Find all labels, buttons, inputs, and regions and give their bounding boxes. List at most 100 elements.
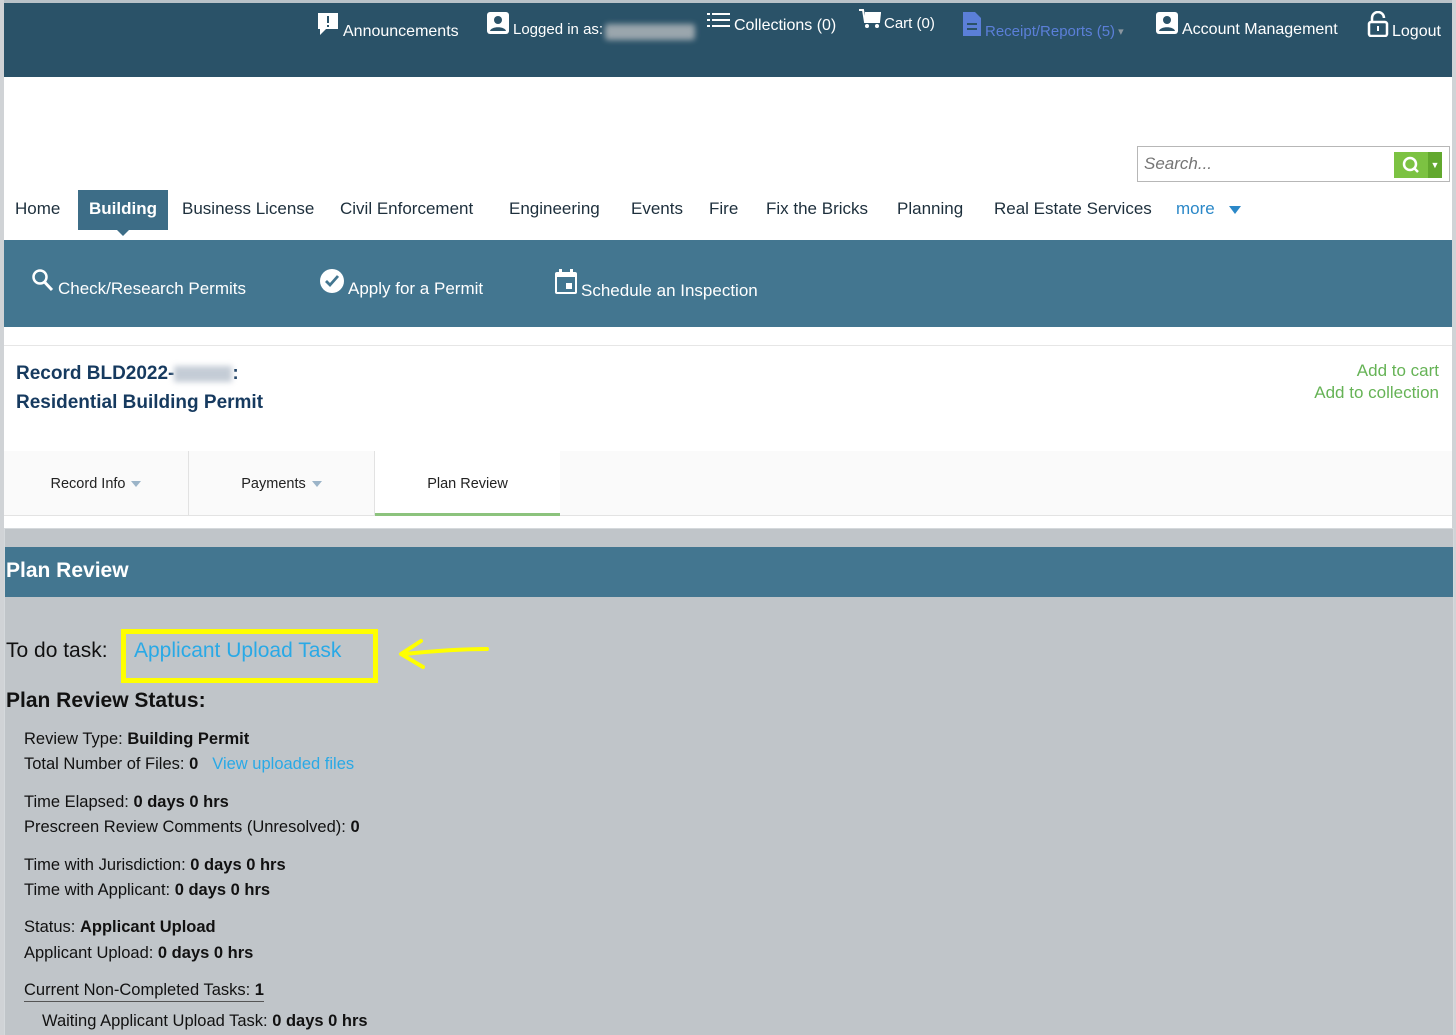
tab-record-info[interactable]: Record Info [4,451,189,516]
page-frame: Announcements Logged in as: Collections … [4,0,1454,1035]
applicant-time-label: Time with Applicant: [24,881,175,899]
announcements-link[interactable]: Announcements [316,11,459,42]
total-files-label: Total Number of Files: [24,755,190,773]
nav-business-license[interactable]: Business License [171,190,325,230]
applicant-upload-row: Applicant Upload: 0 days 0 hrs [24,944,253,963]
checkmark-icon [319,268,345,299]
search-button[interactable] [1394,152,1428,178]
noncompleted-value: 1 [254,981,264,999]
announcements-label: Announcements [343,23,459,40]
tab-plan-review-label: Plan Review [427,476,508,492]
nav-fire[interactable]: Fire [698,190,749,230]
tab-record-info-label: Record Info [50,476,126,492]
jurisdiction-value: 0 days 0 hrs [190,856,286,874]
prescreen-row: Prescreen Review Comments (Unresolved): … [24,818,360,837]
record-id-suffix: : [232,363,239,384]
check-research-label: Check/Research Permits [58,279,247,298]
review-type-value: Building Permit [127,730,250,748]
record-type: Residential Building Permit [16,392,264,413]
caret-down-icon [131,481,142,488]
waiting-value: 0 days 0 hrs [272,1012,368,1030]
cart-label: Cart (0) [884,15,935,32]
nav-fix-the-bricks[interactable]: Fix the Bricks [755,190,879,230]
todo-task-label: To do task: [6,639,108,662]
search-icon [31,268,55,299]
search-icon [1402,156,1419,173]
tab-plan-review[interactable]: Plan Review [375,451,560,516]
calendar-icon [554,268,578,301]
time-elapsed-label: Time Elapsed: [24,793,134,811]
prescreen-value: 0 [350,818,360,836]
nav-home[interactable]: Home [4,190,71,230]
review-type-row: Review Type: Building Permit [24,730,249,749]
logged-in-label: Logged in as: [513,21,604,38]
collections-link[interactable]: Collections (0) [707,11,836,36]
view-uploaded-files-link[interactable]: View uploaded files [212,755,354,773]
review-type-label: Review Type: [24,730,128,748]
plan-review-status-heading: Plan Review Status: [6,689,206,712]
status-row: Status: Applicant Upload [24,918,216,937]
applicant-upload-task-link[interactable]: Applicant Upload Task [134,639,341,663]
total-files-row: Total Number of Files: 0 View uploaded fi… [24,755,354,774]
status-label: Status: [24,918,80,936]
nav-civil-enforcement[interactable]: Civil Enforcement [329,190,484,230]
applicant-upload-value: 0 days 0 hrs [157,944,254,962]
apply-permit-link[interactable]: Apply for a Permit [319,268,483,299]
nav-real-estate-services[interactable]: Real Estate Services [983,190,1163,230]
check-research-permits-link[interactable]: Check/Research Permits [31,268,246,299]
nav-more[interactable]: more [1165,190,1252,230]
cart-link[interactable]: Cart (0) [859,9,935,34]
applicant-time-value: 0 days 0 hrs [174,881,271,899]
add-to-collection-link[interactable]: Add to collection [1314,382,1439,404]
search-dropdown-button[interactable]: ▼ [1428,152,1442,178]
caret-down-icon [311,481,322,488]
user-icon [486,11,510,40]
add-to-cart-link[interactable]: Add to cart [1314,360,1439,382]
prescreen-label: Prescreen Review Comments (Unresolved): [24,818,351,836]
top-bar: Announcements Logged in as: Collections … [4,0,1452,77]
logged-in-user[interactable]: Logged in as: [486,11,696,40]
tab-payments-label: Payments [241,476,306,492]
main-nav: Home Building Business License Civil Enf… [4,190,1452,236]
list-icon [707,11,731,36]
search-input[interactable] [1138,147,1394,181]
account-management-link[interactable]: Account Management [1155,11,1338,40]
chevron-down-icon: ▾ [1118,26,1124,38]
jurisdiction-row: Time with Jurisdiction: 0 days 0 hrs [24,856,286,875]
record-id-prefix: Record BLD2022- [16,363,175,384]
tab-payments[interactable]: Payments [189,451,375,516]
applicant-time-row: Time with Applicant: 0 days 0 hrs [24,881,270,900]
collections-label: Collections (0) [734,17,837,34]
arrow-annotation-icon [399,639,489,669]
caret-down-icon [1229,205,1242,214]
nav-building[interactable]: Building [78,190,168,236]
receipts-reports-menu[interactable]: Receipt/Reports (5) ▾ [962,11,1124,42]
total-files-value: 0 [189,755,199,773]
account-icon [1155,11,1179,40]
noncompleted-label: Current Non-Completed Tasks: [24,981,255,999]
apply-permit-label: Apply for a Permit [348,279,484,298]
record-actions: Add to cart Add to collection [1314,360,1439,404]
receipts-label: Receipt/Reports (5) [985,23,1116,40]
logout-link[interactable]: Logout [1367,10,1441,42]
logout-label: Logout [1392,23,1441,40]
record-tabs: Record Info Payments Plan Review [4,451,1452,516]
nav-events[interactable]: Events [620,190,694,230]
account-label: Account Management [1182,21,1338,38]
cart-icon [859,9,882,34]
jurisdiction-label: Time with Jurisdiction: [24,856,191,874]
record-title: Record BLD2022-: Residential Building Pe… [16,359,263,417]
waiting-label: Waiting Applicant Upload Task: [42,1012,273,1030]
nav-planning[interactable]: Planning [886,190,974,230]
nav-engineering[interactable]: Engineering [498,190,611,230]
status-value: Applicant Upload [79,918,216,936]
plan-review-header: Plan Review [5,547,1453,597]
waiting-task-row: Waiting Applicant Upload Task: 0 days 0 … [42,1012,368,1031]
nav-more-label: more [1176,199,1215,218]
divider [4,345,1452,346]
noncompleted-tasks-row[interactable]: Current Non-Completed Tasks: 1 [24,981,264,1002]
schedule-inspection-link[interactable]: Schedule an Inspection [554,268,758,301]
lock-icon [1367,10,1389,42]
global-search: ▼ [1137,146,1450,182]
document-icon [962,11,982,42]
